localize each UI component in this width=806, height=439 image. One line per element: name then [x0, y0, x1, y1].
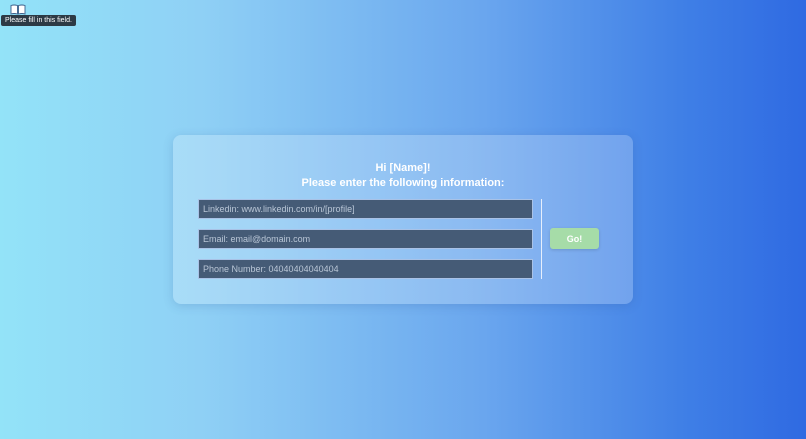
vertical-divider	[541, 199, 542, 279]
phone-number-input[interactable]	[198, 259, 533, 279]
go-button[interactable]: Go!	[550, 228, 599, 249]
email-input[interactable]	[198, 229, 533, 249]
info-form-card: Hi [Name]! Please enter the following in…	[173, 135, 633, 304]
validation-tooltip: Please fill in this field.	[1, 15, 76, 26]
greeting-line-name: Hi [Name]!	[375, 162, 431, 174]
greeting-heading: Hi [Name]! Please enter the following in…	[173, 161, 633, 191]
greeting-line-instructions: Please enter the following information:	[301, 177, 505, 189]
linkedin-input[interactable]	[198, 199, 533, 219]
book-open-icon	[10, 4, 26, 15]
